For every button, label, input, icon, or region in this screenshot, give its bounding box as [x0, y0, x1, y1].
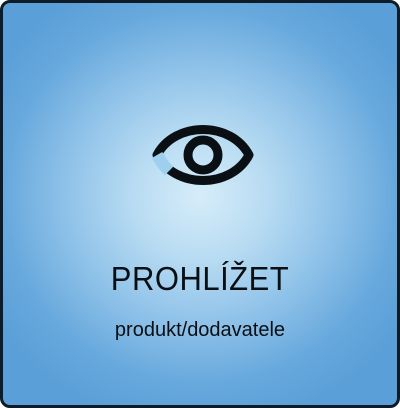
browse-tile[interactable]: PROHLÍŽET produkt/dodavatele — [0, 0, 400, 408]
tile-title: PROHLÍŽET — [110, 259, 290, 298]
tile-subtitle: produkt/dodavatele — [114, 319, 286, 341]
eye-icon — [133, 105, 273, 205]
